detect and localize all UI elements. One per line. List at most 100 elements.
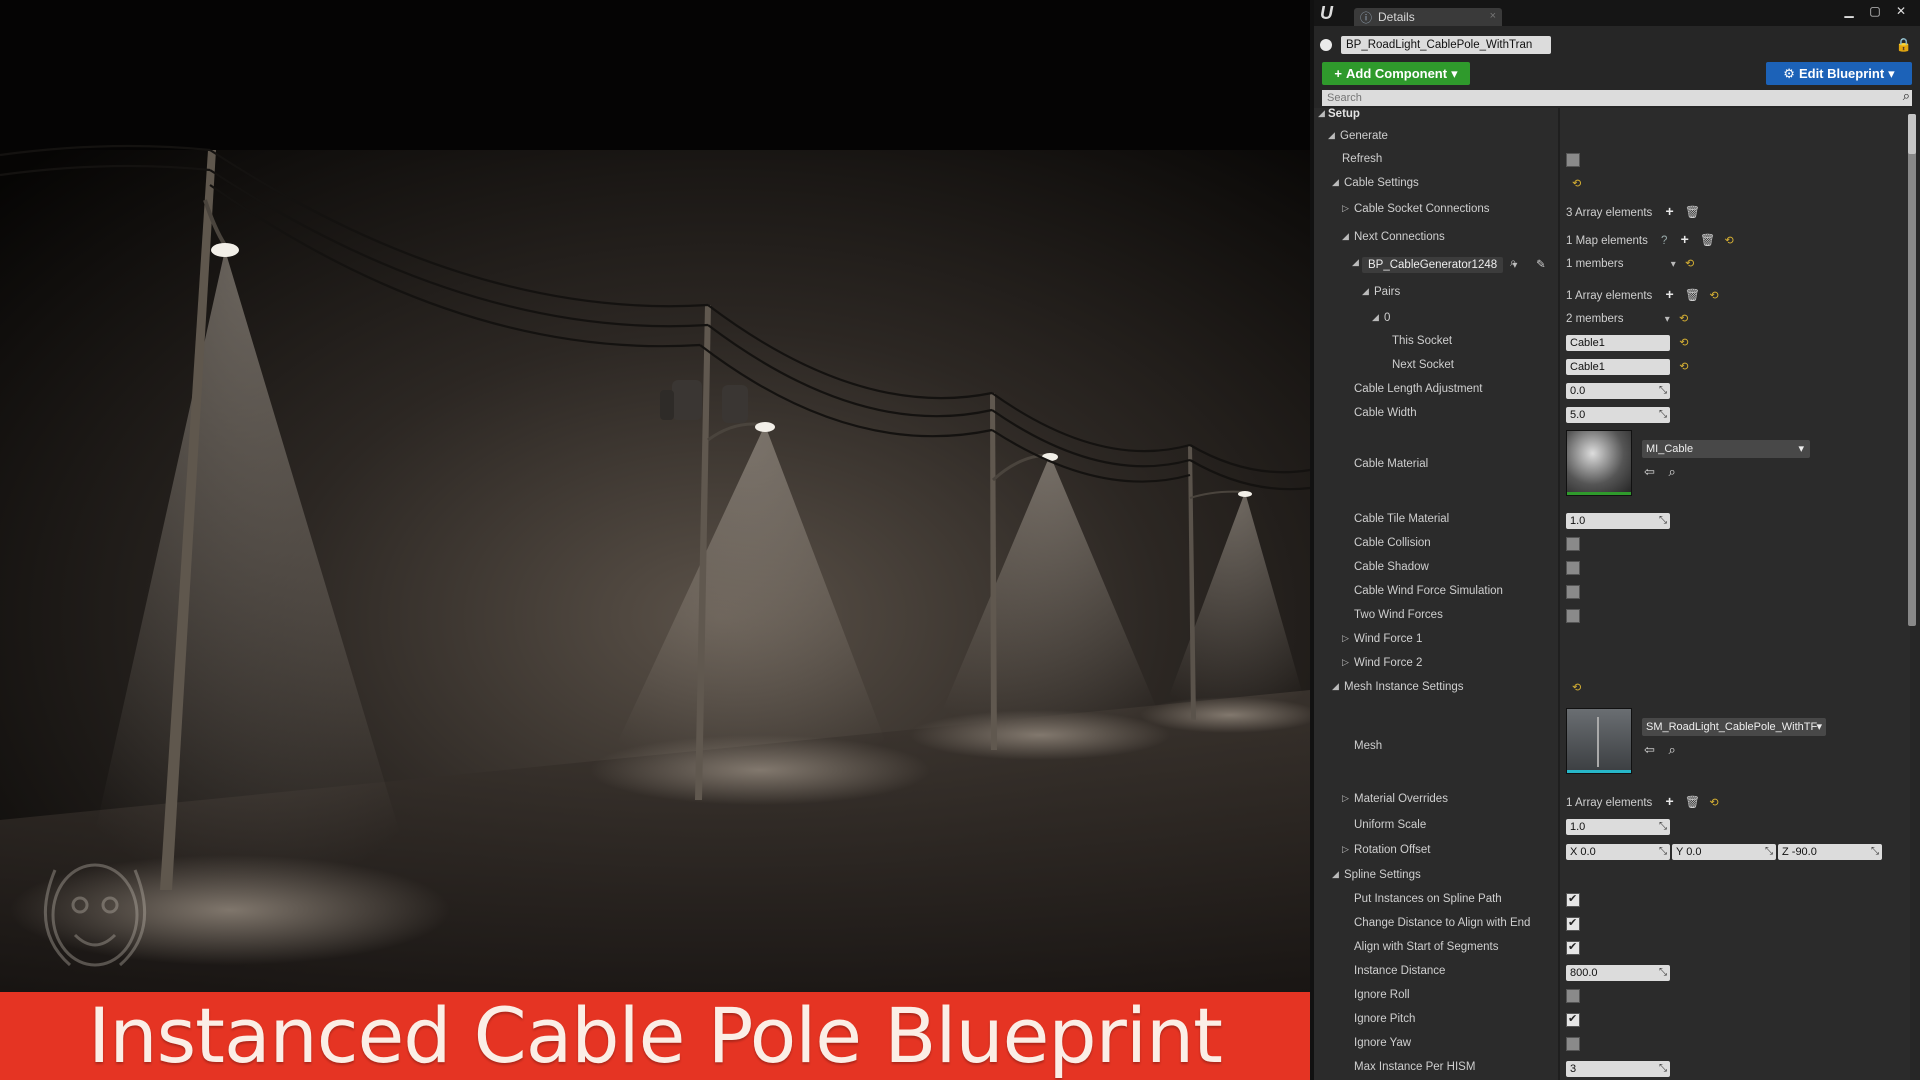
rotation-x-field[interactable]: X 0.0 ⤡ <box>1566 844 1670 860</box>
mesh-thumbnail[interactable] <box>1566 708 1632 774</box>
help-icon[interactable]: ? <box>1661 235 1667 247</box>
maximize-button[interactable]: ▢ <box>1864 3 1886 19</box>
prop-mesh: Mesh SM_RoadLight_CablePole_WithTF ▾ ⇦ ⌕ <box>1314 706 1910 784</box>
prop-label: Max Instance Per HISM <box>1354 1061 1476 1073</box>
category-setup[interactable]: ◢ Setup <box>1314 108 1910 126</box>
cable-shadow-checkbox[interactable] <box>1566 561 1580 575</box>
scrollbar[interactable] <box>1908 114 1916 626</box>
details-tab-label: Details <box>1378 10 1415 24</box>
put-instances-checkbox[interactable] <box>1566 892 1580 907</box>
reset-icon[interactable]: ⟲ <box>1685 258 1694 270</box>
expand-arrow-icon[interactable]: ◢ <box>1332 177 1339 188</box>
close-tab-icon[interactable]: × <box>1490 10 1496 22</box>
expand-arrow-icon[interactable]: ◢ <box>1332 681 1339 692</box>
use-selected-icon[interactable]: ⇦ <box>1644 742 1655 757</box>
expand-arrow-icon[interactable]: ▷ <box>1342 844 1349 855</box>
expand-arrow-icon[interactable]: ◢ <box>1352 257 1359 268</box>
tab-details[interactable]: ⓘ Details × <box>1354 8 1502 26</box>
expand-arrow-icon[interactable]: ▷ <box>1342 203 1349 214</box>
reset-icon[interactable]: ⟲ <box>1724 235 1733 247</box>
this-socket-field[interactable]: Cable1 <box>1566 335 1670 351</box>
chevron-down-icon[interactable]: ▾ <box>1671 259 1676 270</box>
expand-arrow-icon[interactable]: ◢ <box>1342 231 1349 242</box>
two-wind-forces-checkbox[interactable] <box>1566 609 1580 623</box>
add-element-icon[interactable]: + <box>1666 286 1674 302</box>
add-element-icon[interactable]: + <box>1666 203 1674 219</box>
expand-arrow-icon[interactable]: ◢ <box>1328 130 1335 141</box>
wind-force-simulation-checkbox[interactable] <box>1566 585 1580 599</box>
prop-label: Mesh <box>1354 740 1383 752</box>
expand-arrow-icon[interactable]: ◢ <box>1372 312 1379 323</box>
expand-arrow-icon[interactable]: ◢ <box>1362 286 1369 297</box>
uniform-scale-field[interactable]: 1.0 ⤡ <box>1566 819 1670 835</box>
browse-icon[interactable]: ⌕ <box>1669 742 1676 757</box>
reset-icon[interactable]: ⟲ <box>1709 797 1718 809</box>
reset-icon[interactable]: ⟲ <box>1572 178 1581 190</box>
trash-icon[interactable]: 🗑 <box>1685 288 1700 302</box>
browse-icon[interactable]: ⌕ <box>1669 464 1676 479</box>
prop-label: Next Connections <box>1354 231 1445 243</box>
add-component-button[interactable]: + Add Component ▾ <box>1322 62 1470 85</box>
ignore-pitch-checkbox[interactable] <box>1566 1012 1580 1027</box>
prop-label: 0 <box>1384 312 1391 324</box>
search-input[interactable] <box>1322 90 1912 106</box>
add-element-icon[interactable]: + <box>1666 793 1674 809</box>
browse-icon[interactable]: ⌕ <box>1510 257 1516 270</box>
instance-distance-field[interactable]: 800.0 ⤡ <box>1566 965 1670 981</box>
array-count: 1 Array elements <box>1566 797 1653 809</box>
next-socket-field[interactable]: Cable1 <box>1566 359 1670 375</box>
spin-icon: ⤡ <box>1659 821 1667 832</box>
material-thumbnail[interactable] <box>1566 430 1632 496</box>
rotation-y-field[interactable]: Y 0.0 ⤡ <box>1672 844 1776 860</box>
cable-collision-checkbox[interactable] <box>1566 537 1580 551</box>
edit-blueprint-button[interactable]: ⚙ Edit Blueprint ▾ <box>1766 62 1912 85</box>
scrollbar-thumb[interactable] <box>1908 114 1916 154</box>
prop-label: Cable Socket Connections <box>1354 203 1490 215</box>
map-count: 1 Map elements <box>1566 235 1648 247</box>
column-divider[interactable] <box>1558 108 1560 1080</box>
use-selected-icon[interactable]: ⇦ <box>1644 464 1655 479</box>
trash-icon[interactable]: 🗑 <box>1685 795 1700 809</box>
rotation-z-field[interactable]: Z -90.0 ⤡ <box>1778 844 1882 860</box>
align-with-start-checkbox[interactable] <box>1566 940 1580 955</box>
cable-tile-material-field[interactable]: 1.0 ⤡ <box>1566 513 1670 529</box>
mesh-combo[interactable]: SM_RoadLight_CablePole_WithTF ▾ <box>1642 718 1826 736</box>
ignore-roll-checkbox[interactable] <box>1566 989 1580 1003</box>
max-instance-per-hism-field[interactable]: 3 ⤡ <box>1566 1061 1670 1077</box>
lock-icon[interactable]: 🔒 <box>1896 37 1912 53</box>
prop-label: Pairs <box>1374 286 1401 298</box>
object-name-field[interactable]: BP_RoadLight_CablePole_WithTran <box>1341 36 1551 54</box>
array-count: 1 Array elements <box>1566 290 1653 302</box>
cable-length-adjustment-field[interactable]: 0.0 ⤡ <box>1566 383 1670 399</box>
reset-icon[interactable]: ⟲ <box>1679 337 1688 349</box>
chevron-down-icon: ▾ <box>1451 65 1458 81</box>
reset-icon[interactable]: ⟲ <box>1572 682 1581 694</box>
expand-arrow-icon[interactable]: ▷ <box>1342 633 1349 644</box>
add-component-label: Add Component <box>1345 66 1448 81</box>
picker-icon[interactable]: ✎ <box>1536 257 1546 271</box>
add-element-icon[interactable]: + <box>1681 231 1689 247</box>
generator-combo[interactable]: BP_CableGenerator1248 ▾ <box>1362 257 1517 273</box>
reset-icon[interactable]: ⟲ <box>1679 361 1688 373</box>
reset-icon[interactable]: ⟲ <box>1709 290 1718 302</box>
expand-arrow-icon[interactable]: ▷ <box>1342 793 1349 804</box>
chevron-down-icon: ▾ <box>1816 721 1822 733</box>
trash-icon[interactable]: 🗑 <box>1685 205 1700 219</box>
close-window-button[interactable]: ✕ <box>1890 3 1912 19</box>
edit-blueprint-label: Edit Blueprint <box>1798 66 1885 81</box>
refresh-checkbox[interactable] <box>1566 153 1580 167</box>
category-label: Spline Settings <box>1344 869 1421 881</box>
reset-icon[interactable]: ⟲ <box>1679 313 1688 325</box>
minimize-button[interactable]: ▁ <box>1838 3 1860 19</box>
prop-label: Ignore Roll <box>1354 989 1410 1001</box>
expand-arrow-icon[interactable]: ◢ <box>1318 108 1325 119</box>
chevron-down-icon[interactable]: ▾ <box>1665 314 1670 325</box>
spin-icon: ⤡ <box>1765 846 1773 857</box>
ignore-yaw-checkbox[interactable] <box>1566 1037 1580 1051</box>
change-distance-checkbox[interactable] <box>1566 916 1580 931</box>
cable-material-combo[interactable]: MI_Cable ▾ <box>1642 440 1810 458</box>
trash-icon[interactable]: 🗑 <box>1700 233 1715 247</box>
cable-width-field[interactable]: 5.0 ⤡ <box>1566 407 1670 423</box>
expand-arrow-icon[interactable]: ▷ <box>1342 657 1349 668</box>
expand-arrow-icon[interactable]: ◢ <box>1332 869 1339 880</box>
